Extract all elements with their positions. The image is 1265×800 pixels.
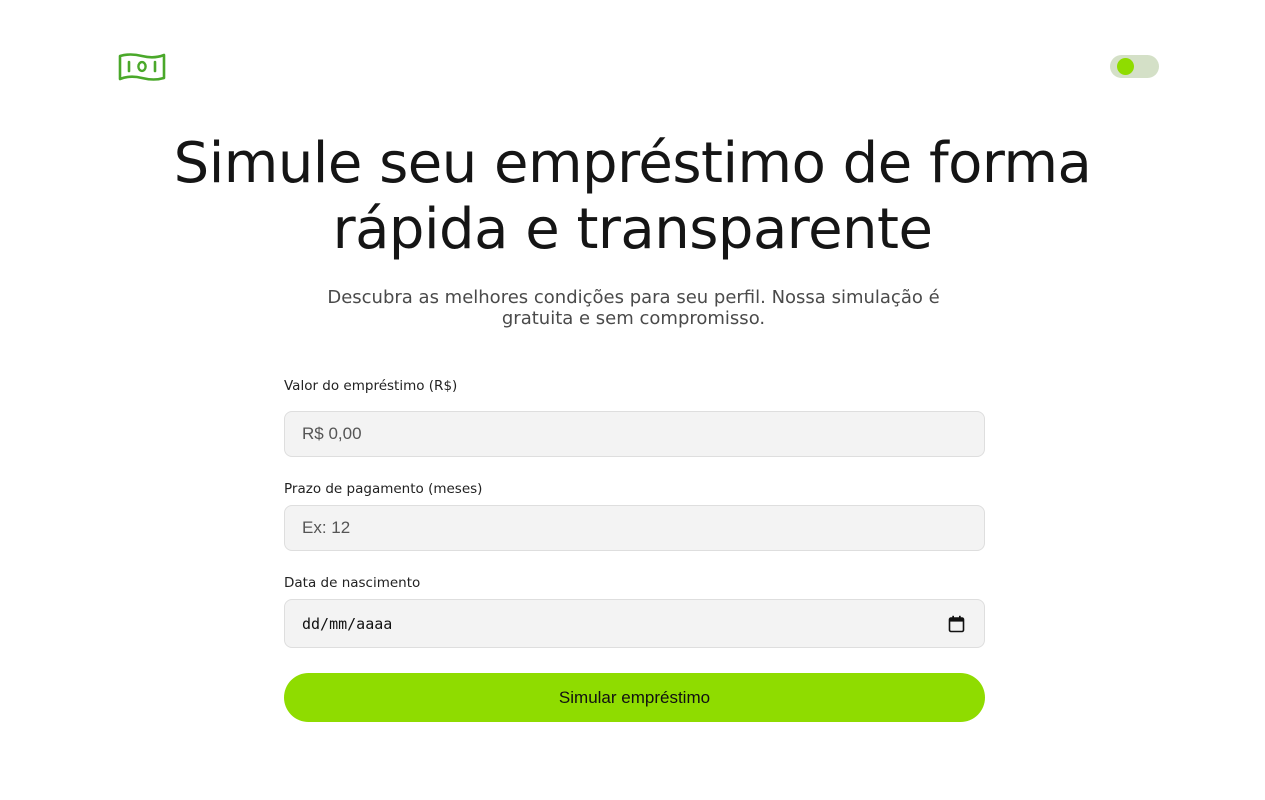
birthdate-input[interactable]: dd/mm/aaaa (284, 599, 985, 648)
page-subtitle: Descubra as melhores condições para seu … (327, 287, 940, 329)
money-bill-icon[interactable] (118, 51, 166, 82)
birthdate-label: Data de nascimento (284, 575, 421, 591)
amount-label: Valor do empréstimo (R$) (284, 378, 458, 394)
simulate-loan-button[interactable]: Simular empréstimo (284, 673, 985, 722)
term-label: Prazo de pagamento (meses) (284, 481, 483, 497)
calendar-icon[interactable] (948, 615, 965, 633)
page-title-line-1: Simule seu empréstimo de forma (173, 131, 1092, 196)
page-title-line-2: rápida e transparente (332, 197, 933, 262)
page-title: Simule seu empréstimo de forma rápida e … (0, 131, 1265, 263)
term-input[interactable] (284, 505, 985, 551)
birthdate-format-text: dd/mm/aaaa (302, 615, 393, 633)
loan-simulator-page: Simule seu empréstimo de forma rápida e … (0, 0, 1265, 800)
theme-toggle[interactable] (1110, 55, 1159, 78)
toggle-knob (1117, 58, 1134, 75)
amount-input[interactable] (284, 411, 985, 457)
